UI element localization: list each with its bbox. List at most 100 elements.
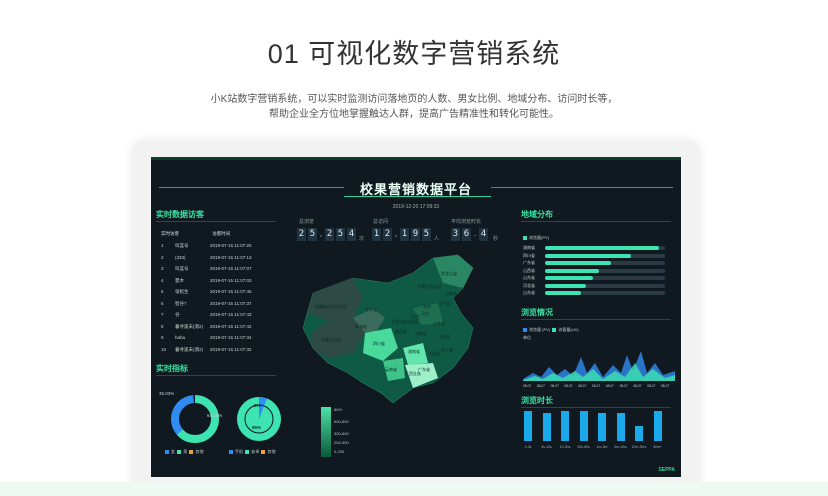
visitor-name: 暮寻遥未(测2) bbox=[175, 346, 203, 352]
visitor-name: 张松生 bbox=[175, 289, 189, 294]
region-row: 四川省 bbox=[523, 253, 668, 258]
legend-phone: 手机 bbox=[235, 449, 243, 454]
stat-digit: 2 bbox=[325, 228, 334, 241]
region-bar-track bbox=[545, 276, 665, 280]
visitors-header: 实时访客 访客时间 bbox=[161, 231, 230, 237]
region-row: 湖南省 bbox=[523, 245, 668, 250]
metrics-title-line bbox=[156, 375, 276, 376]
browse-x-label: 08-07 bbox=[592, 384, 601, 388]
visitor-row: 2 (333) 2019-07-15 11:07:13 bbox=[161, 255, 251, 260]
gender-pie bbox=[171, 395, 219, 443]
visitor-name: 暮寻遥未(测2) bbox=[175, 323, 203, 329]
region-label: 山东省 bbox=[523, 290, 535, 295]
region-legend: 浏览量(PV) bbox=[523, 235, 549, 241]
browse-x-label: 08-07 bbox=[523, 384, 532, 388]
visitor-row: 4 夏木 2019-07-15 11:07:03 bbox=[161, 278, 251, 284]
metrics-title: 实时指标 bbox=[156, 364, 188, 373]
visitor-time: 2019-07-15 11:07:32 bbox=[210, 346, 252, 352]
map-legend-3: 200-300 bbox=[334, 440, 349, 445]
region-bar-fill bbox=[545, 268, 599, 273]
visitor-row: 8 暮寻遥未(测2) 2019-07-15 11:07:42 bbox=[161, 324, 251, 330]
map-label-liaoning: 辽宁省 bbox=[438, 300, 450, 306]
region-row: 广东省 bbox=[523, 260, 668, 265]
duration-bar bbox=[635, 426, 643, 441]
visitor-row: 3 叫蓝号 2019-07-15 11:07:07 bbox=[161, 266, 251, 272]
duration-bar bbox=[616, 413, 625, 441]
region-row: 山西省 bbox=[523, 268, 668, 273]
browse-x-label: 08-07 bbox=[578, 384, 587, 388]
duration-label: 3s-10s bbox=[541, 445, 552, 449]
duration-label: 10-30s bbox=[559, 445, 571, 449]
map-label-shaanxi: 陕西省 bbox=[395, 328, 407, 334]
map-label-jiangxi: 江西省 bbox=[428, 350, 440, 356]
visitor-name: 谷 bbox=[175, 312, 180, 317]
visitor-row: 9 haha 2019-07-15 11:07:34 bbox=[161, 335, 251, 340]
region-bar-track bbox=[545, 268, 665, 273]
description-line-1: 小K站数字营销系统，可以实时监测访问落地页的人数、男女比例、地域分布、访问时长等… bbox=[210, 94, 618, 105]
duration-label: 30m+ bbox=[653, 445, 662, 449]
region-row: 山东省 bbox=[523, 275, 668, 280]
legend-device-other: 其他 bbox=[267, 449, 276, 454]
device-legend: 手机 安卓 其他 bbox=[229, 449, 275, 455]
region-bar-track bbox=[545, 253, 665, 258]
browse-x-label: 08-07 bbox=[605, 384, 614, 388]
stat-digit: 5 bbox=[308, 228, 317, 241]
description-line-2: 帮助企业全方位地掌握触达人群，提高广告精准性和转化可能性。 bbox=[269, 109, 559, 120]
map-legend-2: 300-600 bbox=[334, 431, 349, 436]
map-legend-gradient bbox=[321, 407, 331, 457]
duration-bar bbox=[542, 413, 551, 441]
page-description: 小K站数字营销系统，可以实时监测访问落地页的人数、男女比例、地域分布、访问时长等… bbox=[0, 92, 828, 122]
browse-area-chart bbox=[523, 351, 675, 381]
visitor-id: 3 bbox=[161, 266, 164, 271]
browse-unit: 单位 bbox=[523, 335, 531, 340]
stat-unit-pv: 次 bbox=[359, 236, 365, 242]
brand-logo: SEPPA bbox=[658, 467, 675, 473]
duration-bar bbox=[598, 413, 606, 441]
visitor-time: 2019-07-15 11:07:07 bbox=[210, 266, 252, 271]
stat-digit: 2 bbox=[297, 228, 306, 241]
map-label-qinghai: 青海省 bbox=[355, 323, 367, 329]
browse-x-label: 08-07 bbox=[564, 384, 573, 388]
map-label-tibet: 西藏自治区 bbox=[321, 336, 341, 342]
region-label: 山西省 bbox=[523, 267, 535, 273]
map-label-shandong: 山东省 bbox=[433, 320, 445, 326]
stat-digit: 5 bbox=[336, 228, 345, 241]
visitor-row: 7 谷 2019-07-15 11:07:43 bbox=[161, 312, 251, 318]
stat-label-pv: 总浏览 bbox=[299, 219, 315, 225]
region-bar-fill bbox=[545, 261, 611, 265]
region-bar-track bbox=[545, 261, 665, 265]
dashboard-title: 校果营销数据平台 bbox=[359, 182, 472, 197]
duration-label: 1m-3m bbox=[596, 445, 608, 449]
map-label-zhejiang: 浙江省 bbox=[441, 346, 453, 352]
visitor-id: 10 bbox=[161, 346, 167, 352]
stat-digit: 5 bbox=[422, 228, 431, 241]
region-bar-fill bbox=[545, 291, 581, 295]
visitor-name: 叫蓝号 bbox=[175, 266, 189, 271]
legend-other: 其他 bbox=[195, 449, 204, 454]
visitor-name: 夏木 bbox=[175, 277, 184, 283]
page: 01 可视化数字营销系统 小K站数字营销系统，可以实时监测访问落地页的人数、男女… bbox=[0, 0, 828, 496]
browse-x-label: 08-07 bbox=[619, 384, 628, 388]
stat-label-uv: 总访问 bbox=[373, 219, 389, 225]
stat-digit: 1 bbox=[372, 228, 381, 241]
duration-label: 10m-30m bbox=[631, 445, 647, 449]
map-label-henan: 河南省 bbox=[415, 330, 427, 336]
map-label-beijing: 北京 bbox=[423, 303, 431, 309]
map-label-yunnan: 云南省 bbox=[385, 366, 397, 372]
stat-value-pv: 25,254 bbox=[297, 228, 356, 241]
visitor-name: (333) bbox=[175, 254, 186, 260]
map-legend-0: 800+ bbox=[334, 407, 344, 412]
device-top-pct: 5% bbox=[254, 403, 261, 408]
gender-right-pct: 64.48% bbox=[207, 413, 223, 418]
region-bar-track bbox=[545, 291, 665, 295]
browse-x-label: 08-07 bbox=[647, 384, 656, 388]
visitor-time: 2019-07-15 11:07:34 bbox=[210, 335, 252, 340]
visitor-id: 4 bbox=[161, 277, 164, 283]
legend-female: 女 bbox=[171, 449, 175, 454]
stat-digit: 9 bbox=[411, 228, 420, 241]
map-label-heilongjiang: 黑龙江省 bbox=[441, 270, 457, 276]
duration-bar bbox=[524, 411, 532, 441]
visitor-time: 2019-07-15 11:07:42 bbox=[210, 323, 252, 329]
stat-value-duration: 36.4 bbox=[451, 228, 488, 241]
duration-title: 浏览时长 bbox=[521, 396, 553, 405]
